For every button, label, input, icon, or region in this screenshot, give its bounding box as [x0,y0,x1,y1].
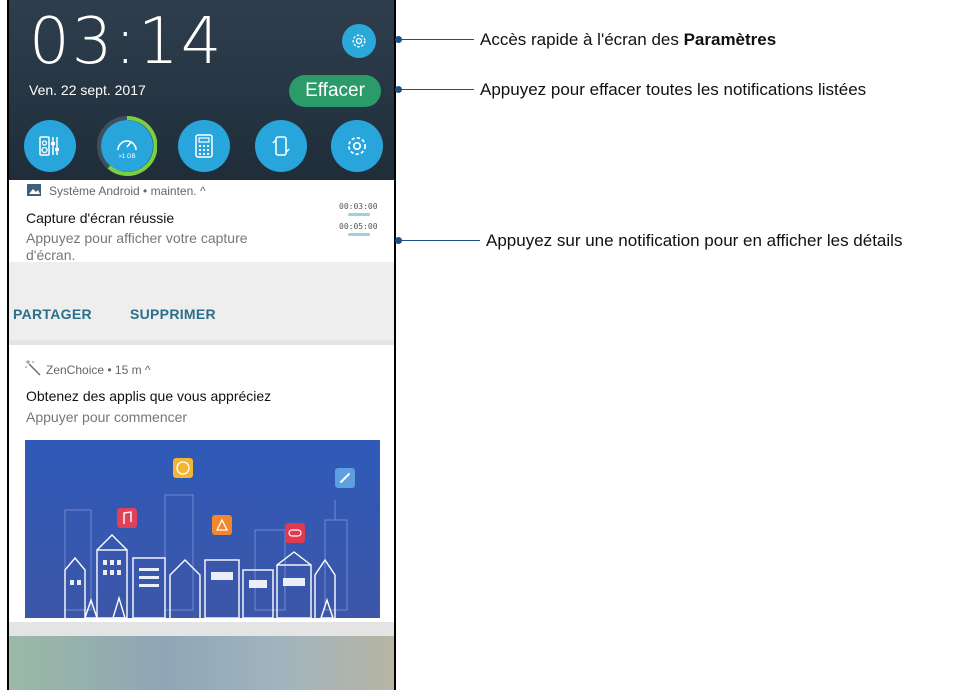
wallpaper-strip [9,636,394,690]
notification-divider [9,262,394,284]
notification-app-name: Système Android • mainten. ^ [49,184,206,198]
thumbnail-bar [348,213,370,216]
screenshot-thumbnail: 00:03:00 00:05:00 [339,202,379,248]
delete-button[interactable]: SUPPRIMER [130,306,216,322]
gear-icon [348,137,366,155]
quick-setting-settings[interactable] [331,120,383,172]
quick-setting-calculator[interactable] [178,120,230,172]
notification-header: 03:14 Ven. 22 sept. 2017 Effacer >1 GB [9,0,394,185]
calculator-icon [195,134,213,158]
callout-settings: Accès rapide à l'écran des Paramètres [480,30,776,50]
city-illustration [25,440,380,618]
thumbnail-time-2: 00:05:00 [339,222,378,231]
callout-line [400,39,474,40]
notification-title: Capture d'écran réussie [26,210,175,226]
quick-setting-auto-rotate[interactable] [255,120,307,172]
image-icon [27,184,41,196]
clear-all-button[interactable]: Effacer [289,75,381,107]
callout-line [400,89,474,90]
memory-ring [97,116,157,176]
notification-zenchoice[interactable]: ZenChoice • 15 m ^ Obtenez des applis qu… [9,345,394,622]
phone-screen: 03:14 Ven. 22 sept. 2017 Effacer >1 GB S… [7,0,396,690]
callout-details: Appuyez sur une notification pour en aff… [486,231,903,250]
callout-line [400,240,480,241]
callout-settings-bold: Paramètres [683,30,777,49]
date: Ven. 22 sept. 2017 [29,82,146,98]
notification-text: Appuyez pour afficher votre capture d'éc… [26,230,248,263]
smiley-app-icon [173,458,193,478]
notification-app-name: ZenChoice • 15 m ^ [46,363,151,377]
pizza-app-icon [212,515,232,535]
magic-wand-icon [25,360,41,376]
game-app-icon [285,523,305,543]
notification-screenshot[interactable]: Système Android • mainten. ^ Capture d'é… [9,180,394,263]
settings-button[interactable] [342,24,376,58]
notification-title: Obtenez des applis que vous appréciez [26,388,272,404]
gear-icon [352,34,366,48]
rotate-icon [272,136,290,156]
clock: 03:14 [29,5,224,79]
audio-wizard-icon [39,136,59,156]
thumbnail-bar [348,233,370,236]
thumbnail-time-1: 00:03:00 [339,202,378,211]
zenchoice-banner [25,440,380,618]
callout-settings-text: Accès rapide à l'écran des [480,30,684,49]
notification-text: Appuyer pour commencer [26,409,188,425]
music-app-icon [117,508,137,528]
share-button[interactable]: PARTAGER [13,306,92,322]
quick-setting-boost[interactable]: >1 GB [97,116,157,176]
callout-clear: Appuyez pour effacer toutes les notifica… [480,80,867,99]
quick-setting-audio-wizard[interactable] [24,120,76,172]
